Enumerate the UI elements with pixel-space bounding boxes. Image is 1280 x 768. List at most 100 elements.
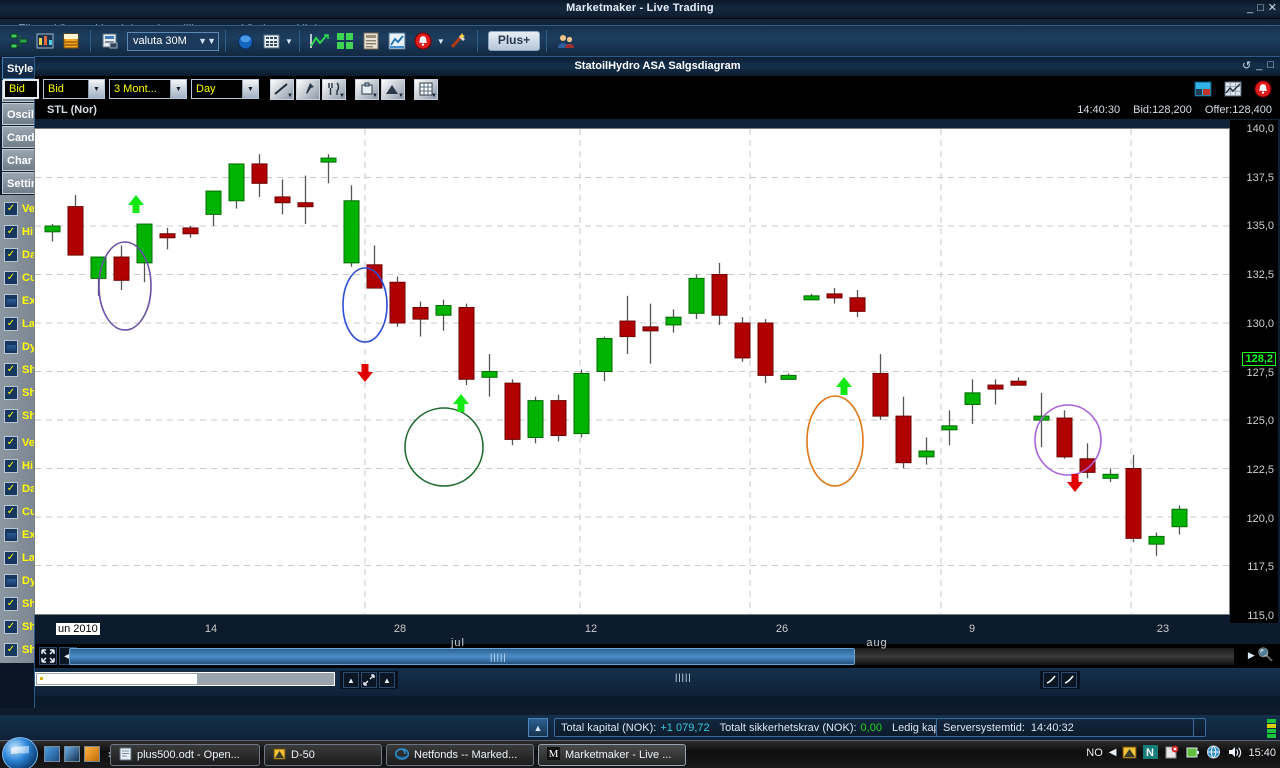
checkbox-icon[interactable]: ✓ (4, 481, 18, 496)
fork-icon[interactable]: ▼ (322, 78, 346, 100)
layout-icon[interactable] (1192, 78, 1214, 100)
switch-windows-icon[interactable] (64, 746, 80, 762)
candle (412, 301, 429, 337)
table-icon[interactable]: ▼ (414, 78, 438, 100)
checkbox-icon[interactable] (4, 527, 18, 542)
maximize-icon[interactable]: □ (1267, 59, 1274, 72)
checkbox-icon[interactable]: ✓ (4, 458, 18, 473)
margin-value: 0,00 (860, 721, 882, 734)
status-expand-button[interactable]: ▲ (528, 718, 548, 737)
date-tick-label: 28 (393, 623, 407, 635)
checkbox-icon[interactable]: ✓ (4, 642, 18, 657)
tray-battery-icon[interactable] (1185, 745, 1200, 760)
task-button[interactable]: plus500.odt - Open... (110, 744, 260, 766)
orders-icon[interactable] (60, 30, 82, 52)
tray-norton-icon[interactable]: N (1143, 745, 1159, 760)
show-desktop-icon[interactable] (44, 746, 60, 762)
chevron-down-icon[interactable]: ▼ (339, 93, 345, 99)
pin-icon[interactable] (296, 78, 320, 100)
chevron-down-icon[interactable]: ▼ (437, 37, 445, 46)
close-icon[interactable]: ✕ (1268, 3, 1277, 14)
checkbox-icon[interactable]: ✓ (4, 619, 18, 634)
chevron-down-icon[interactable]: ▼ (431, 93, 437, 99)
checkbox-icon[interactable]: ✓ (4, 504, 18, 519)
grid-table-icon[interactable] (260, 30, 282, 52)
checkbox-icon[interactable]: ✓ (4, 362, 18, 377)
media-player-icon[interactable] (84, 746, 100, 762)
checkbox-icon[interactable]: ✓ (4, 201, 18, 216)
chart-plot-area[interactable] (34, 128, 1230, 615)
trendline-icon[interactable]: ▼ (270, 78, 294, 100)
news-icon[interactable] (360, 30, 382, 52)
bid-tab[interactable]: Bid (3, 79, 39, 99)
checkbox-icon[interactable]: ✓ (4, 435, 18, 450)
server-time-value: 14:40:32 (1030, 721, 1074, 734)
minimize-icon[interactable]: _ (1247, 3, 1253, 14)
date-tick-label: un 2010 (56, 623, 100, 635)
interval-combo[interactable]: Day ▼ (191, 79, 259, 99)
chart-window-controls[interactable]: ↺ _ □ (1242, 59, 1274, 72)
task-button[interactable]: D-50 (264, 744, 382, 766)
expand-icon[interactable] (361, 672, 377, 688)
checkbox-icon[interactable] (4, 339, 18, 354)
tray-alert-icon[interactable] (1164, 745, 1179, 760)
checkbox-icon[interactable]: ✓ (4, 408, 18, 423)
hierarchy-icon[interactable] (8, 30, 30, 52)
task-button[interactable]: Netfonds -- Marked... (386, 744, 534, 766)
tray-network-icon[interactable] (1206, 745, 1221, 760)
checkbox-icon[interactable]: ✓ (4, 596, 18, 611)
system-tray: NO ◀ N 15:40 (1086, 745, 1276, 760)
checkbox-icon[interactable]: ✓ (4, 224, 18, 239)
checkbox-icon[interactable]: ✓ (4, 550, 18, 565)
tray-volume-icon[interactable] (1227, 745, 1242, 760)
zoom-area-icon[interactable]: ▼ (381, 78, 405, 100)
symbol-combo[interactable]: valuta 30M ▼▼ (127, 31, 219, 51)
alarm-bell-icon[interactable] (412, 30, 434, 52)
candles-icon[interactable] (34, 30, 56, 52)
chevron-down-icon[interactable]: ▼ (242, 80, 258, 98)
depth-icon[interactable] (234, 30, 256, 52)
quad-grid-icon[interactable] (334, 30, 356, 52)
checkbox-icon[interactable]: ✓ (4, 385, 18, 400)
resize-handle-2[interactable] (1061, 672, 1077, 688)
clipboard-icon[interactable]: ▼ (355, 78, 379, 100)
window-controls[interactable]: _ □ ✕ (1247, 3, 1277, 14)
chart-grid-icon[interactable] (1222, 78, 1244, 100)
chevron-down-icon[interactable]: ▼ (372, 93, 378, 99)
plus-button[interactable]: Plus+ (487, 31, 541, 51)
alarm-bell-icon[interactable] (1252, 78, 1274, 100)
restore-icon[interactable]: ↺ (1242, 59, 1251, 72)
checkbox-icon[interactable] (4, 293, 18, 308)
checkbox-icon[interactable]: ✓ (4, 316, 18, 331)
analysis-icon[interactable] (386, 30, 408, 52)
start-button[interactable] (2, 737, 38, 768)
clock[interactable]: 15:40 (1248, 747, 1276, 759)
task-button-active[interactable]: M Marketmaker - Live ... (538, 744, 686, 766)
chevron-down-icon[interactable]: ▼▼ (198, 36, 216, 46)
minimize-icon[interactable]: _ (1256, 59, 1262, 72)
resize-handle-1[interactable] (1043, 672, 1059, 688)
cursor-icon[interactable]: ▲ (343, 672, 359, 688)
checkbox-icon[interactable]: ✓ (4, 247, 18, 262)
chevron-down-icon[interactable]: ▼ (88, 80, 104, 98)
chevron-down-icon[interactable]: ▼ (170, 80, 186, 98)
candle (1102, 468, 1119, 483)
watchlist-icon[interactable] (99, 30, 121, 52)
chevron-down-icon[interactable]: ▼ (398, 93, 404, 99)
chevron-down-icon[interactable]: ▼ (287, 93, 293, 99)
wand-icon[interactable] (447, 30, 469, 52)
tray-folder-icon[interactable] (1122, 745, 1137, 760)
price-type-combo[interactable]: Bid ▼ (43, 79, 105, 99)
chevron-left-icon[interactable]: ◀ (1109, 747, 1117, 758)
user-icon[interactable] (555, 30, 577, 52)
chevron-down-icon[interactable]: ▼ (285, 37, 293, 46)
maximize-icon[interactable]: □ (1257, 3, 1264, 14)
candle (1125, 454, 1142, 543)
checkbox-icon[interactable] (4, 573, 18, 588)
period-combo[interactable]: 3 Mont... ▼ (109, 79, 187, 99)
language-indicator[interactable]: NO (1086, 747, 1103, 759)
collapse-icon[interactable]: ▲ (379, 672, 395, 688)
checkbox-icon[interactable]: ✓ (4, 270, 18, 285)
list-item-label: Hi (22, 225, 33, 238)
chart-line-icon[interactable] (308, 30, 330, 52)
